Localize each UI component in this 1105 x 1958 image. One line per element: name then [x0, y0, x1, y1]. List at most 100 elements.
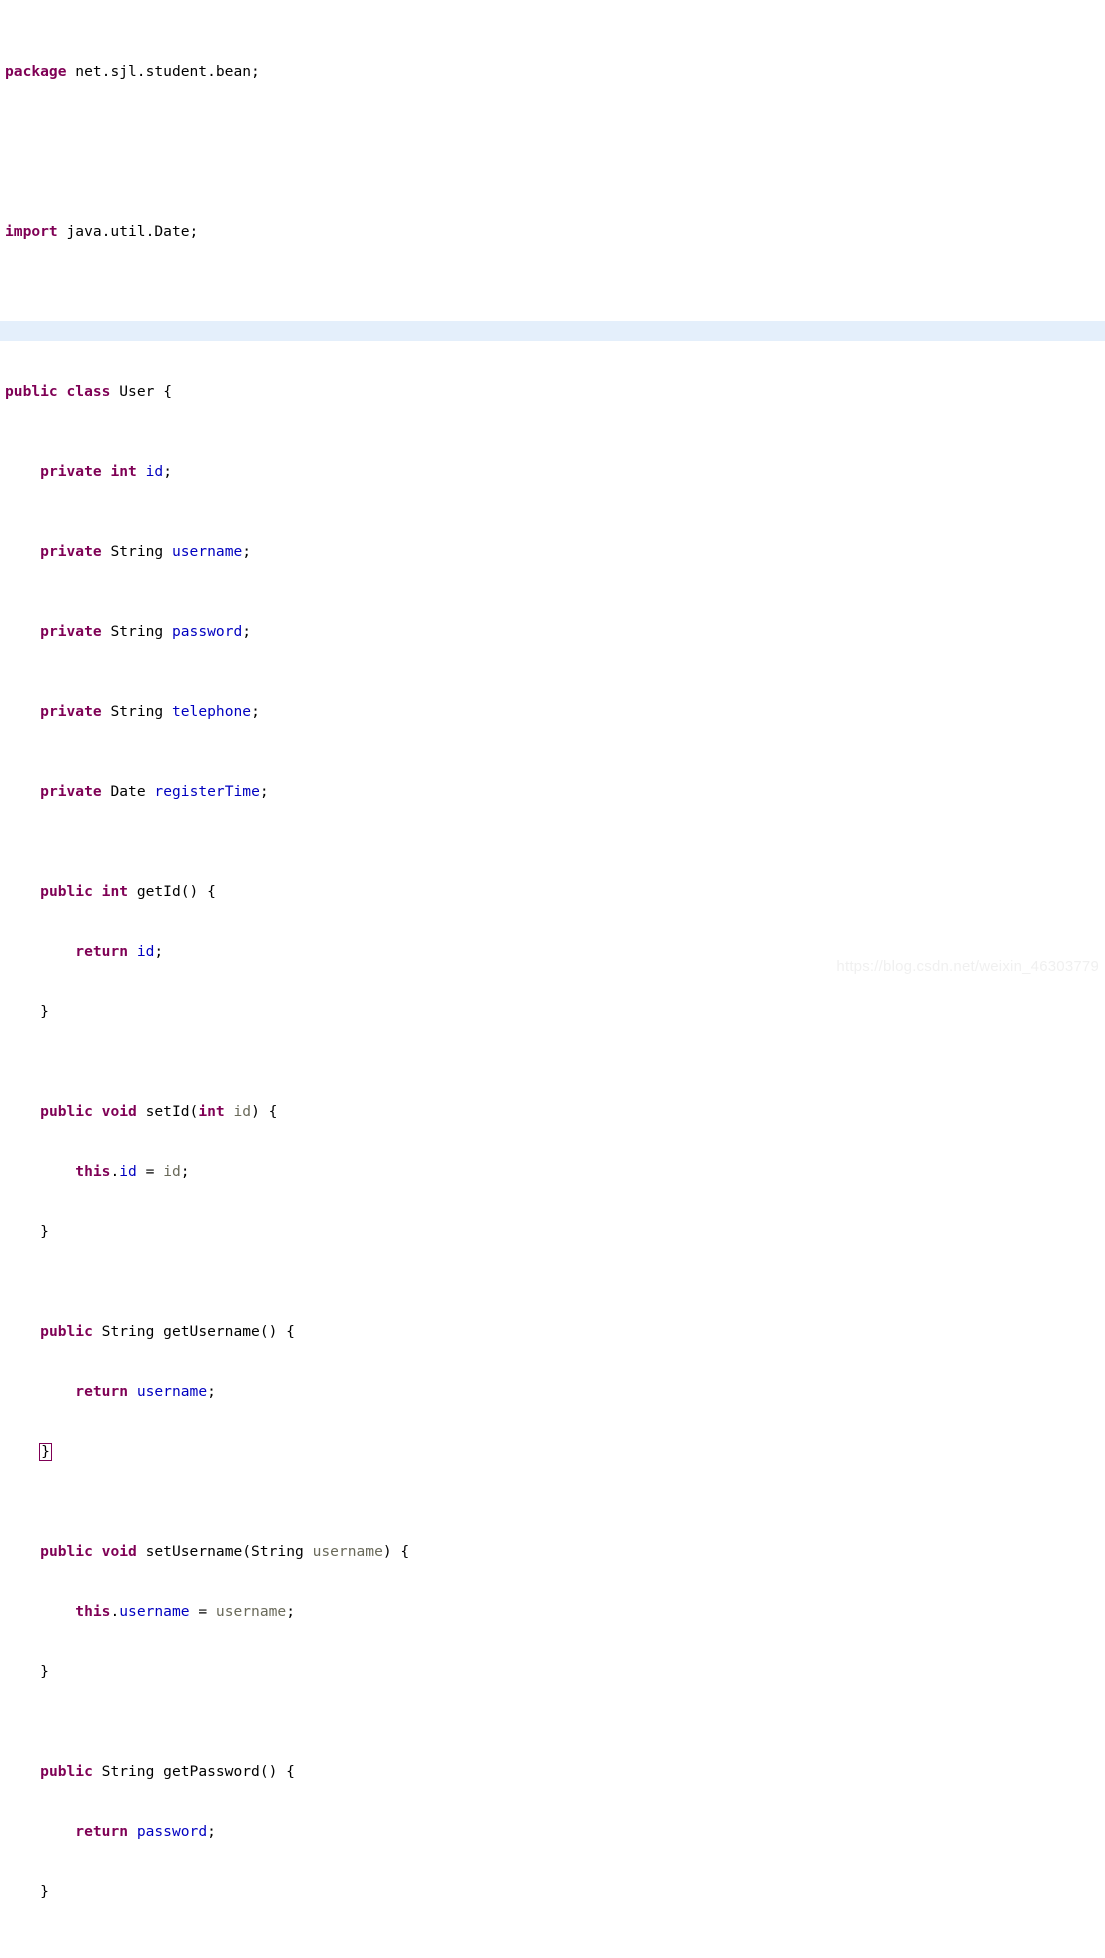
code-line-blank-2 [5, 302, 1105, 322]
keyword-return: return [75, 1383, 129, 1400]
import-name: java.util.Date; [57, 223, 199, 240]
signature-tail: ) { [251, 1103, 278, 1120]
keyword-this: this [75, 1603, 111, 1620]
semicolon: ; [286, 1603, 295, 1620]
code-line-field-password: private String password; [5, 622, 1105, 642]
return-type: String [92, 1763, 155, 1780]
field-ref: username [119, 1603, 190, 1620]
return-type: String [92, 1323, 155, 1340]
code-line-field-telephone: private String telephone; [5, 702, 1105, 722]
close-brace: } [40, 1663, 49, 1680]
keyword-public: public [40, 883, 93, 900]
code-line-getusername-return: return username; [5, 1382, 1105, 1402]
code-line-field-id: private int id; [5, 462, 1105, 482]
signature-tail: ) { [382, 1543, 410, 1560]
close-brace: } [40, 1883, 49, 1900]
dot: . [110, 1163, 120, 1180]
code-line-getid-close: } [5, 1002, 1105, 1022]
return-type: void [101, 1543, 137, 1560]
semicolon: ; [163, 463, 172, 480]
semicolon: ; [154, 943, 164, 960]
field-modifier: private [40, 623, 102, 640]
field-name-username: username [171, 543, 243, 560]
code-content[interactable]: package net.sjl.student.bean; import jav… [0, 0, 1105, 1958]
keyword-public: public [40, 1103, 93, 1120]
keyword-public: public [40, 1543, 93, 1560]
code-line-getusername-sig: public String getUsername() { [5, 1322, 1105, 1342]
return-value: password [136, 1823, 208, 1840]
return-type: void [101, 1103, 137, 1120]
field-modifier: private [40, 543, 102, 560]
keyword-public: public [5, 383, 58, 400]
assign-operator: = [136, 1163, 164, 1180]
code-line-class-decl: public class User { [5, 382, 1105, 402]
code-line-setid-assign: this.id = id; [5, 1162, 1105, 1182]
semicolon: ; [242, 543, 252, 560]
method-signature-getusername: getUsername() { [154, 1323, 295, 1340]
field-modifier: private [40, 703, 102, 720]
keyword-public: public [40, 1763, 93, 1780]
field-type: String [110, 623, 164, 640]
field-ref: id [119, 1163, 137, 1180]
field-type: String [110, 543, 164, 560]
semicolon: ; [207, 1383, 216, 1400]
param-type: int [198, 1103, 225, 1120]
param-ref: id [163, 1163, 181, 1180]
semicolon: ; [259, 783, 269, 800]
semicolon: ; [207, 1823, 216, 1840]
code-line-getpassword-sig: public String getPassword() { [5, 1762, 1105, 1782]
param-name: username [312, 1543, 383, 1560]
code-editor[interactable]: package net.sjl.student.bean; import jav… [0, 0, 1105, 1900]
keyword-class: class [66, 383, 111, 400]
field-type: Date [110, 783, 146, 800]
code-line-field-username: private String username; [5, 542, 1105, 562]
keyword-public: public [40, 1323, 93, 1340]
field-name-registertime: registerTime [154, 783, 260, 800]
field-type: int [110, 463, 137, 480]
method-signature-getpassword: getPassword() { [154, 1763, 295, 1780]
code-line-setid-sig: public void setId(int id) { [5, 1102, 1105, 1122]
code-line-getid-sig: public int getId() { [5, 882, 1105, 902]
code-line-setid-close: } [5, 1222, 1105, 1242]
close-brace: } [40, 1003, 49, 1020]
code-line-getpassword-close: } [5, 1882, 1105, 1902]
field-name-id: id [145, 463, 164, 480]
close-brace: } [40, 1223, 49, 1240]
bracket-match-brace: } [39, 1443, 52, 1461]
semicolon: ; [242, 623, 252, 640]
code-line-field-registertime: private Date registerTime; [5, 782, 1105, 802]
field-name-password: password [171, 623, 243, 640]
code-line-setusername-close: } [5, 1662, 1105, 1682]
param-ref: username [215, 1603, 287, 1620]
keyword-import: import [5, 223, 58, 240]
method-signature-getid: getId() { [128, 883, 216, 900]
param-name: id [224, 1103, 252, 1120]
method-name-setusername: setUsername(String [136, 1543, 313, 1560]
keyword-package: package [5, 63, 67, 80]
semicolon: ; [251, 703, 260, 720]
code-line-blank-1 [5, 142, 1105, 162]
code-line-setusername-assign: this.username = username; [5, 1602, 1105, 1622]
code-line-package: package net.sjl.student.bean; [5, 62, 1105, 82]
semicolon: ; [180, 1163, 190, 1180]
class-name: User [119, 383, 155, 400]
return-type: int [101, 883, 129, 900]
code-line-getpassword-return: return password; [5, 1822, 1105, 1842]
field-modifier: private [40, 783, 102, 800]
method-name-setid: setId( [136, 1103, 199, 1120]
code-line-setusername-sig: public void setUsername(String username)… [5, 1542, 1105, 1562]
keyword-return: return [75, 943, 129, 960]
dot: . [110, 1603, 120, 1620]
return-value: id [136, 943, 155, 960]
assign-operator: = [189, 1603, 216, 1620]
package-name: net.sjl.student.bean; [66, 63, 260, 80]
keyword-this: this [75, 1163, 111, 1180]
class-open-brace: { [163, 383, 172, 400]
code-line-getusername-close: } [5, 1442, 1105, 1462]
watermark-text: https://blog.csdn.net/weixin_46303779 [836, 958, 1099, 975]
field-type: String [110, 703, 164, 720]
keyword-return: return [75, 1823, 129, 1840]
return-value: username [136, 1383, 208, 1400]
code-line-import: import java.util.Date; [5, 222, 1105, 242]
field-modifier: private [40, 463, 102, 480]
